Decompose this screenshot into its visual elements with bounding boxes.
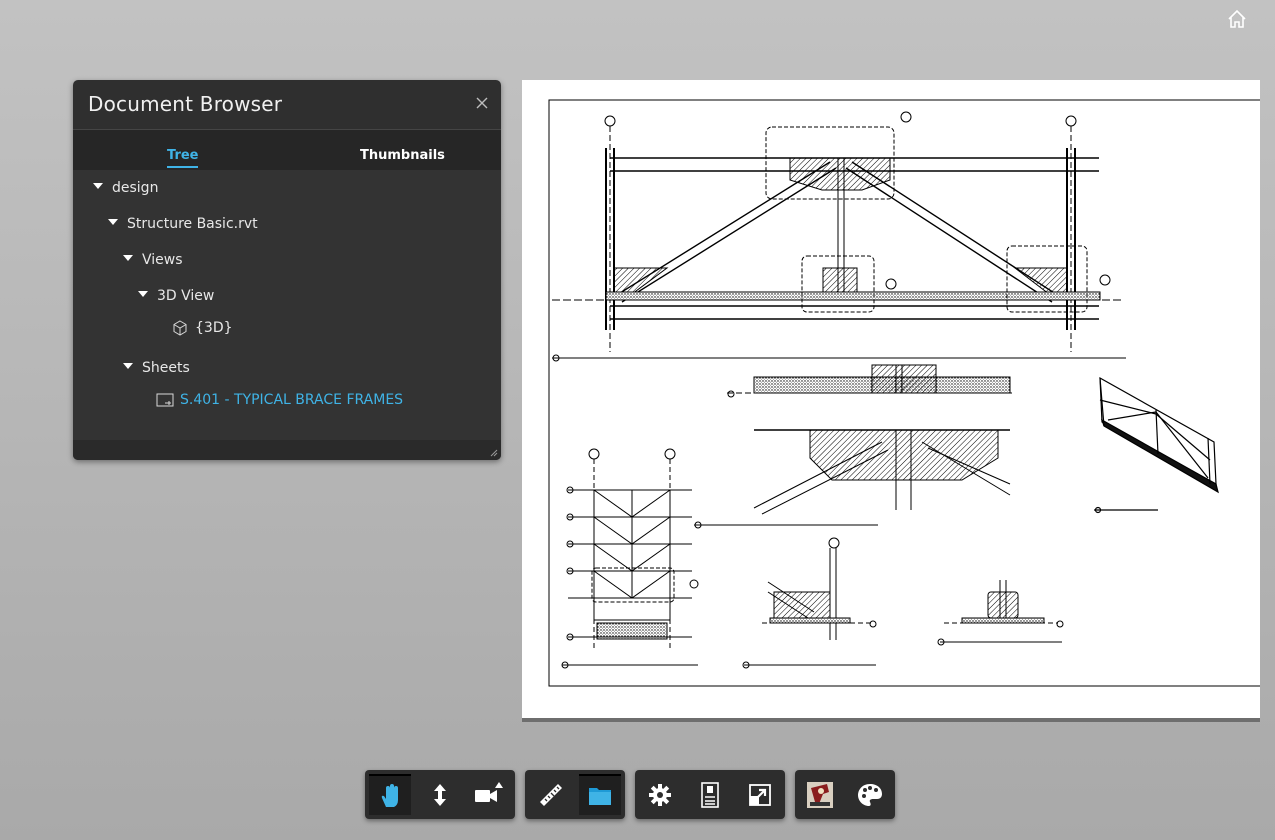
settings-gear-icon bbox=[649, 783, 671, 806]
tree-node-3d[interactable]: {3D} bbox=[171, 316, 233, 340]
tree-node-label: design bbox=[112, 180, 159, 196]
resize-handle-icon[interactable] bbox=[488, 447, 498, 457]
close-icon bbox=[476, 97, 488, 109]
pan-button[interactable] bbox=[369, 774, 411, 815]
document-browser-button[interactable] bbox=[579, 774, 621, 815]
camera-button[interactable] bbox=[467, 774, 509, 815]
properties-button[interactable] bbox=[689, 774, 731, 815]
measure-icon bbox=[540, 783, 562, 806]
tree-node-label: 3D View bbox=[157, 288, 215, 304]
expand-triangle-icon[interactable] bbox=[123, 363, 133, 369]
panel-title: Document Browser bbox=[88, 92, 283, 116]
panel-footer bbox=[73, 440, 501, 460]
camera-icon bbox=[475, 781, 503, 802]
tab-bar: Tree Thumbnails bbox=[73, 130, 501, 170]
sheet-icon bbox=[156, 393, 174, 407]
tree-node-sheet-s401[interactable]: S.401 - TYPICAL BRACE FRAMES bbox=[156, 388, 403, 412]
document-browser-panel: Document Browser Tree Thumbnails design … bbox=[73, 80, 501, 460]
home-icon bbox=[1228, 9, 1246, 28]
dolly-icon bbox=[434, 783, 446, 806]
measure-button[interactable] bbox=[530, 774, 572, 815]
cube-icon bbox=[173, 320, 187, 336]
tree-node-label: S.401 - TYPICAL BRACE FRAMES bbox=[180, 392, 404, 408]
fullscreen-icon bbox=[749, 783, 771, 806]
palette-icon bbox=[858, 783, 882, 806]
toolbar-settings-group bbox=[635, 770, 785, 819]
drawing-sheet-canvas[interactable] bbox=[522, 80, 1260, 718]
pan-hand-icon bbox=[381, 783, 398, 807]
expand-triangle-icon[interactable] bbox=[123, 255, 133, 261]
expand-triangle-icon[interactable] bbox=[93, 183, 103, 189]
extension-button[interactable] bbox=[799, 774, 841, 815]
tree-node-3d-view[interactable]: 3D View bbox=[138, 284, 214, 308]
dolly-button[interactable] bbox=[419, 774, 461, 815]
tree-node-structure-basic-rvt[interactable]: Structure Basic.rvt bbox=[108, 212, 258, 236]
palette-button[interactable] bbox=[849, 774, 891, 815]
tab-thumbnails[interactable]: Thumbnails bbox=[360, 148, 445, 163]
tree-node-design[interactable]: design bbox=[93, 176, 158, 200]
tab-tree[interactable]: Tree bbox=[167, 148, 199, 168]
extension-avatar-icon bbox=[807, 781, 833, 808]
tree-node-views[interactable]: Views bbox=[123, 248, 183, 272]
properties-icon bbox=[701, 781, 719, 808]
expand-triangle-icon[interactable] bbox=[108, 219, 118, 225]
document-tree: design Structure Basic.rvt Views 3D View… bbox=[73, 170, 501, 440]
expand-triangle-icon[interactable] bbox=[138, 291, 148, 297]
document-browser-icon bbox=[589, 787, 611, 805]
toolbar-navigation-group bbox=[365, 770, 515, 819]
tree-node-sheets[interactable]: Sheets bbox=[123, 356, 190, 380]
home-button[interactable] bbox=[1226, 8, 1248, 30]
tree-node-label: Sheets bbox=[142, 360, 190, 376]
close-button[interactable] bbox=[475, 96, 489, 110]
tree-node-label: Structure Basic.rvt bbox=[127, 216, 258, 232]
settings-button[interactable] bbox=[639, 774, 681, 815]
toolbar-tools-group bbox=[525, 770, 625, 819]
toolbar-extensions-group bbox=[795, 770, 895, 819]
fullscreen-button[interactable] bbox=[739, 774, 781, 815]
brace-frame-drawing bbox=[548, 99, 1260, 687]
tree-node-label: {3D} bbox=[195, 320, 233, 336]
tree-node-label: Views bbox=[142, 252, 183, 268]
